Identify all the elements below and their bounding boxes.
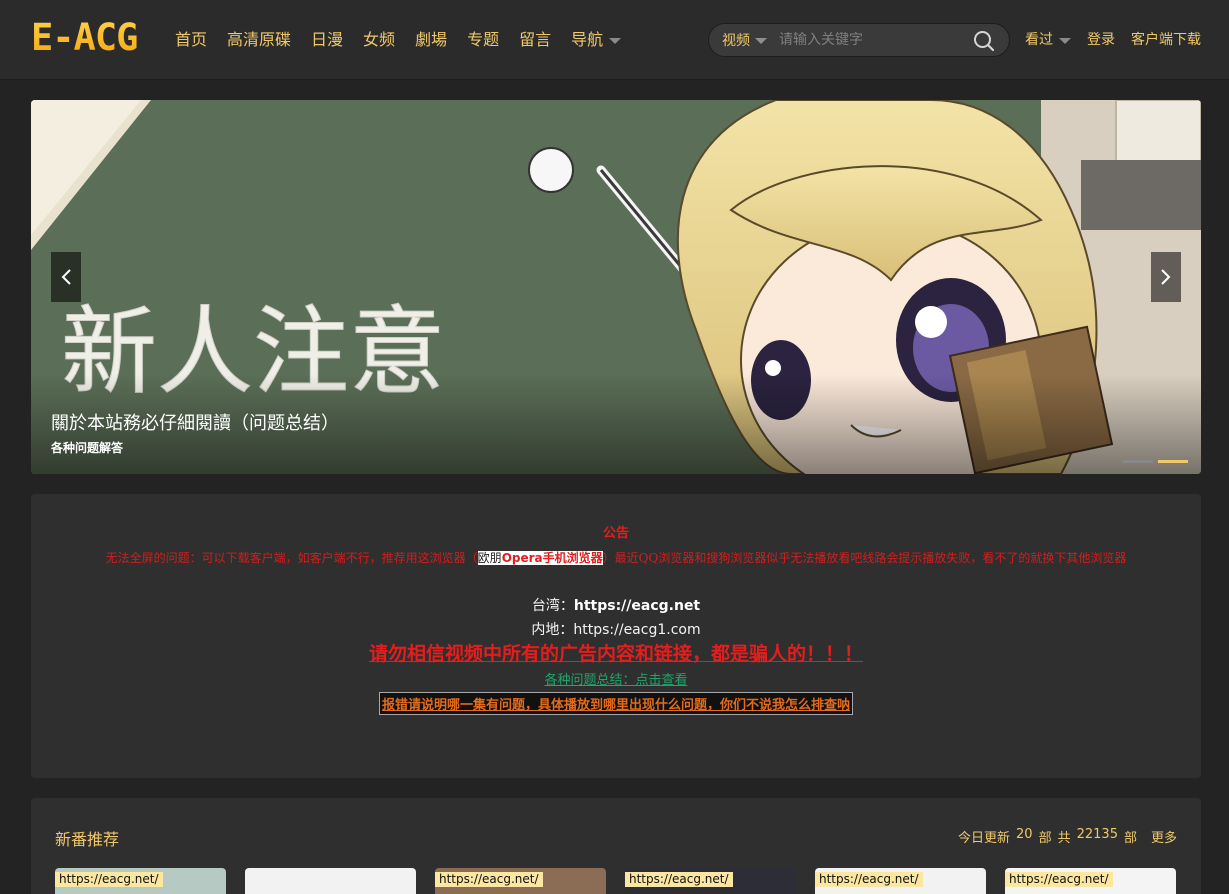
- total-unit: 部: [1123, 831, 1137, 846]
- taiwan-domain-line: 台湾：https://eacg.net: [31, 595, 1201, 615]
- today-unit: 部: [1038, 831, 1052, 846]
- update-stats: 今日更新 20 部 共 22135 部 更多: [952, 827, 1177, 846]
- mainland-url[interactable]: https://eacg1.com: [573, 622, 700, 638]
- taiwan-url[interactable]: https://eacg.net: [574, 598, 700, 614]
- anime-card[interactable]: https://eacg.net/: [435, 868, 606, 894]
- nav-topics[interactable]: 专题: [467, 26, 499, 54]
- search-type-label: 视频: [722, 33, 750, 49]
- report-instructions: 报错请说明哪一集有问题，具体播放到哪里出现什么问题，你们不说我怎么排查呐: [378, 692, 853, 715]
- message-text-before: 无法全屏的问题：可以下载客户端，如客户端不行，推荐用这浏览器（: [105, 551, 478, 565]
- total-count: 22135: [1076, 827, 1118, 842]
- anime-card[interactable]: https://eacg.net/: [625, 868, 796, 894]
- report-instructions-line: 报错请说明哪一集有问题，具体播放到哪里出现什么问题，你们不说我怎么排查呐: [31, 692, 1201, 715]
- today-label: 今日更新: [958, 831, 1011, 846]
- user-links: 看过 登录 客户端下载: [1025, 26, 1201, 54]
- search-bar: 视频: [708, 23, 1010, 57]
- anime-card[interactable]: [245, 868, 416, 894]
- faq-link[interactable]: 各种问题总结：点击查看: [31, 669, 1201, 688]
- banner-subtitle: 各种问题解答: [51, 441, 124, 455]
- main-nav: 首页 高清原碟 日漫 女频 劇場 专题 留言 导航: [175, 26, 641, 54]
- ad-warning: 请勿相信视频中所有的广告内容和链接，都是骗人的！！！: [368, 643, 863, 665]
- chevron-left-icon: [61, 269, 71, 285]
- mainland-label: 内地：: [531, 622, 574, 638]
- search-icon[interactable]: [973, 30, 995, 52]
- thumb-caption: https://eacg.net/: [625, 872, 733, 887]
- nav-theater[interactable]: 劇場: [415, 26, 447, 54]
- carousel-dot-active[interactable]: [1158, 460, 1188, 463]
- chevron-down-icon: [609, 38, 622, 44]
- browser-highlight: 欧朋Opera手机浏览器: [477, 551, 603, 565]
- login-link[interactable]: 登录: [1087, 26, 1115, 54]
- site-header: E-ACG 首页 高清原碟 日漫 女频 劇場 专题 留言 导航 视频 看过 登录…: [0, 0, 1229, 80]
- nav-navigation-label: 导航: [571, 30, 604, 49]
- nav-japanese-anime[interactable]: 日漫: [311, 26, 343, 54]
- anime-card[interactable]: https://eacg.net/: [55, 868, 226, 894]
- section-title: 新番推荐: [55, 830, 120, 849]
- thumb-caption: https://eacg.net/: [55, 872, 163, 887]
- anime-card[interactable]: https://eacg.net/: [815, 868, 986, 894]
- chevron-down-icon: [755, 38, 767, 44]
- carousel-next-button[interactable]: [1151, 252, 1181, 302]
- chevron-right-icon: [1161, 269, 1171, 285]
- hero-carousel[interactable]: 新人注意 關於本站務必仔細閱讀（问题总结） 各种问题解答: [31, 100, 1201, 474]
- browser-name: 欧朋: [477, 551, 502, 565]
- chevron-down-icon: [1059, 38, 1071, 44]
- total-label: 共: [1057, 831, 1071, 846]
- watched-history-dropdown[interactable]: 看过: [1025, 26, 1071, 54]
- anime-card[interactable]: https://eacg.net/: [1005, 868, 1176, 894]
- more-link[interactable]: 更多: [1151, 827, 1177, 846]
- watched-label: 看过: [1025, 32, 1053, 48]
- browser-name-red: Opera手机浏览器: [501, 551, 603, 565]
- nav-home[interactable]: 首页: [175, 26, 207, 54]
- nav-hd-disc[interactable]: 高清原碟: [227, 26, 291, 54]
- thumb-caption: https://eacg.net/: [815, 872, 923, 887]
- carousel-indicators: [1118, 460, 1188, 463]
- site-logo[interactable]: E-ACG: [31, 18, 138, 58]
- new-anime-section: 新番推荐 今日更新 20 部 共 22135 部 更多 https://eacg…: [31, 798, 1201, 894]
- announcement-message: 无法全屏的问题：可以下载客户端，如客户端不行，推荐用这浏览器（欧朋Opera手机…: [51, 546, 1181, 570]
- thumb-caption: https://eacg.net/: [435, 872, 543, 887]
- announcement-panel: 公告 无法全屏的问题：可以下载客户端，如客户端不行，推荐用这浏览器（欧朋Oper…: [31, 494, 1201, 778]
- nav-guestbook[interactable]: 留言: [519, 26, 551, 54]
- mainland-domain-line: 内地：https://eacg1.com: [31, 619, 1201, 639]
- nav-navigation-dropdown[interactable]: 导航: [571, 26, 622, 54]
- search-type-select[interactable]: 视频: [722, 30, 767, 50]
- announcement-title: 公告: [602, 526, 629, 541]
- message-text-after: ）最近QQ浏览器和搜狗浏览器似乎无法播放看吧线路会提示播放失败，看不了的就换下其…: [602, 551, 1127, 565]
- client-download-link[interactable]: 客户端下载: [1131, 26, 1201, 54]
- search-input[interactable]: [779, 27, 959, 53]
- today-count: 20: [1016, 827, 1033, 842]
- banner-headline[interactable]: 關於本站務必仔細閱讀（问题总结）: [51, 409, 339, 435]
- anime-thumbnail-row: https://eacg.net/ https://eacg.net/ http…: [55, 868, 1195, 894]
- carousel-prev-button[interactable]: [51, 252, 81, 302]
- thumb-caption: https://eacg.net/: [1005, 872, 1113, 887]
- nav-female[interactable]: 女频: [363, 26, 395, 54]
- taiwan-label: 台湾：: [531, 598, 574, 614]
- carousel-dot[interactable]: [1123, 460, 1153, 463]
